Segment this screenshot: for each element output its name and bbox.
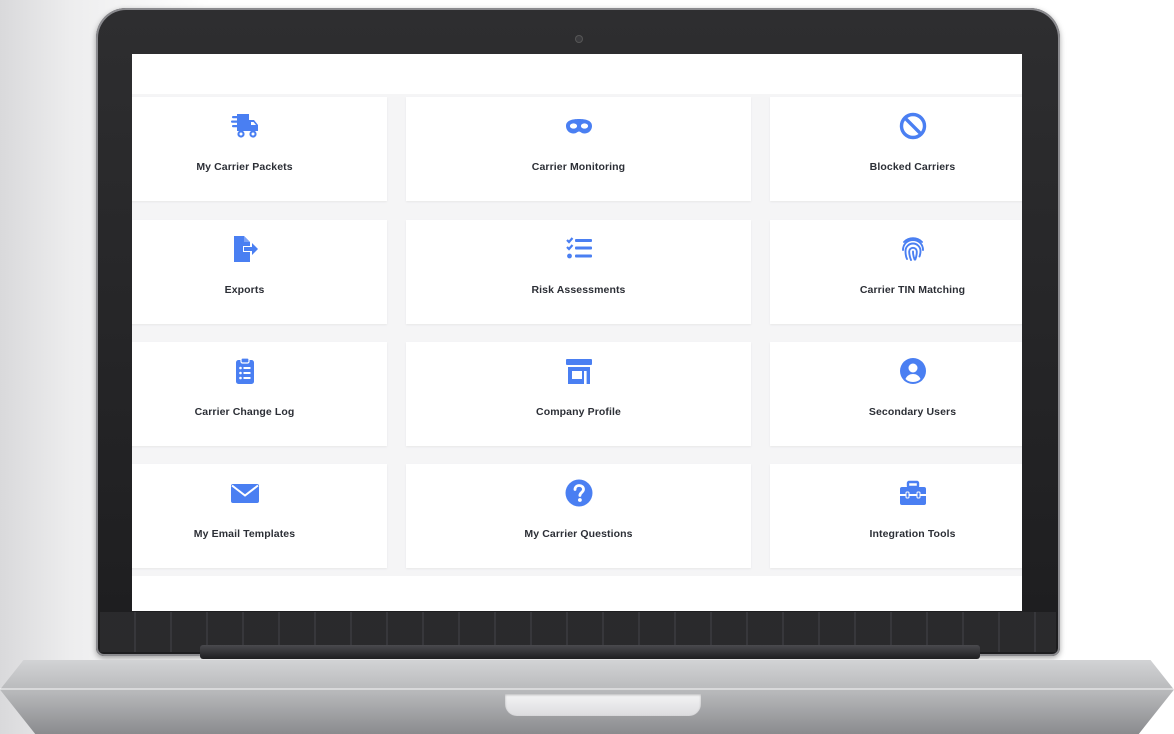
- card-company-profile[interactable]: Company Profile: [406, 342, 751, 446]
- laptop-hinge: [200, 645, 980, 659]
- card-label: Carrier TIN Matching: [859, 284, 966, 296]
- card-exports[interactable]: Exports: [132, 220, 387, 324]
- card-label: Blocked Carriers: [869, 161, 956, 173]
- card-label: My Carrier Questions: [524, 528, 633, 540]
- user-circle-icon: [898, 356, 928, 386]
- card-label: Company Profile: [536, 406, 621, 418]
- card-label: Exports: [224, 284, 265, 296]
- card-integration-tools[interactable]: Integration Tools: [770, 464, 1022, 568]
- card-label: My Email Templates: [193, 528, 296, 540]
- laptop-notch: [505, 694, 701, 716]
- checklist-icon: [564, 234, 594, 264]
- card-secondary-users[interactable]: Secondary Users: [770, 342, 1022, 446]
- card-carrier-tin-matching[interactable]: Carrier TIN Matching: [770, 220, 1022, 324]
- dashboard-grid: My Carrier Packets Carrier Monitoring Bl…: [132, 94, 1022, 576]
- envelope-icon: [230, 478, 260, 508]
- laptop-base-highlight: [0, 688, 1174, 690]
- card-risk-assessments[interactable]: Risk Assessments: [406, 220, 751, 324]
- storefront-icon: [564, 356, 594, 386]
- clipboard-list-icon: [230, 356, 260, 386]
- camera-icon: [575, 35, 583, 43]
- question-circle-icon: [564, 478, 594, 508]
- card-carrier-monitoring[interactable]: Carrier Monitoring: [406, 97, 751, 201]
- card-blocked-carriers[interactable]: Blocked Carriers: [770, 97, 1022, 201]
- card-my-carrier-questions[interactable]: My Carrier Questions: [406, 464, 751, 568]
- card-my-carrier-packets[interactable]: My Carrier Packets: [132, 97, 387, 201]
- card-label: Secondary Users: [868, 406, 957, 418]
- fingerprint-icon: [898, 234, 928, 264]
- card-label: Carrier Monitoring: [531, 161, 626, 173]
- truck-icon: [230, 111, 260, 141]
- card-label: My Carrier Packets: [196, 161, 293, 173]
- card-label: Carrier Change Log: [194, 406, 295, 418]
- mask-icon: [564, 111, 594, 141]
- block-icon: [898, 111, 928, 141]
- card-label: Risk Assessments: [531, 284, 626, 296]
- card-label: Integration Tools: [869, 528, 956, 540]
- toolbox-icon: [898, 478, 928, 508]
- file-export-icon: [230, 234, 260, 264]
- laptop-screen: My Carrier Packets Carrier Monitoring Bl…: [132, 54, 1022, 611]
- card-carrier-change-log[interactable]: Carrier Change Log: [132, 342, 387, 446]
- card-my-email-templates[interactable]: My Email Templates: [132, 464, 387, 568]
